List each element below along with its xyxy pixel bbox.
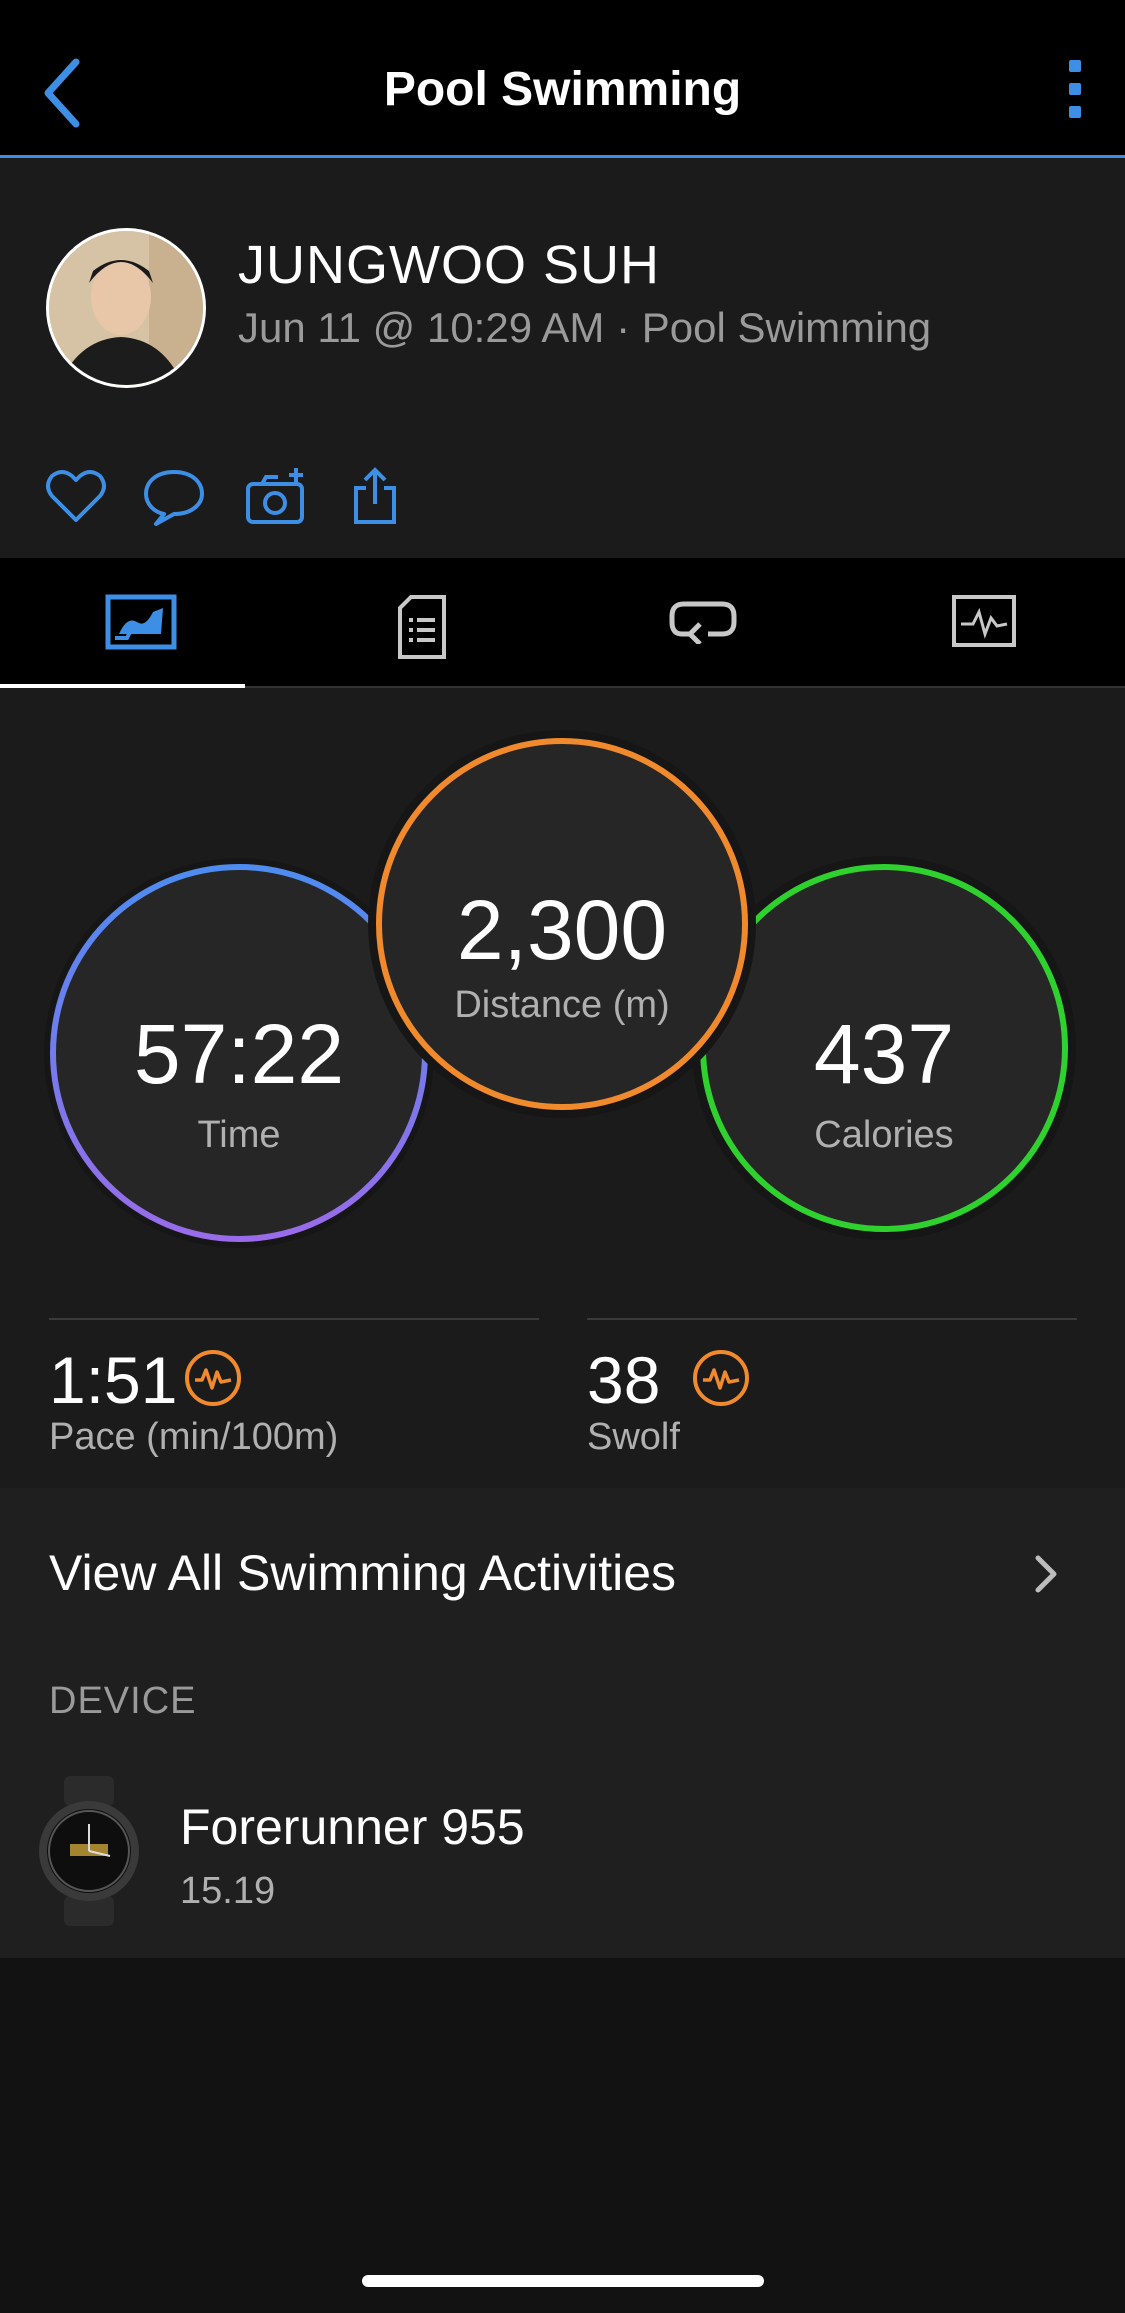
- view-all-label: View All Swimming Activities: [49, 1545, 677, 1601]
- tab-details[interactable]: [281, 558, 562, 686]
- chevron-right-icon: [1033, 1554, 1059, 1594]
- details-tab-icon: [397, 595, 446, 659]
- stats-summary: 57:22 Time 437 Calories 2,300 Distance (…: [0, 688, 1125, 1488]
- top-bar: Pool Swimming: [0, 0, 1125, 158]
- time-stat: 57:22 Time: [50, 864, 428, 1242]
- swolf-value: 38: [587, 1343, 661, 1417]
- home-indicator[interactable]: [362, 2275, 764, 2287]
- tab-charts[interactable]: [843, 558, 1124, 686]
- device-section-label: DEVICE: [49, 1680, 197, 1722]
- distance-value: 2,300: [456, 883, 668, 977]
- view-all-swimming-activities[interactable]: View All Swimming Activities: [0, 1488, 1125, 1656]
- device-section: DEVICE Forerunner 955 15.19: [0, 1656, 1125, 1958]
- pace-metric: 1:51 Pace (min/100m): [49, 1318, 539, 1458]
- activity-meta: Jun 11 @ 10:29 AM · Pool Swimming: [238, 304, 932, 351]
- calories-value: 437: [813, 1007, 955, 1101]
- share-icon[interactable]: [344, 466, 408, 526]
- pace-value: 1:51: [49, 1343, 178, 1417]
- user-name[interactable]: JUNGWOO SUH: [238, 234, 660, 296]
- calories-stat: 437 Calories: [700, 864, 1068, 1232]
- avatar[interactable]: [46, 228, 206, 388]
- page-title: Pool Swimming: [383, 63, 742, 116]
- distance-label: Distance (m): [454, 984, 670, 1026]
- add-photo-icon[interactable]: [244, 466, 308, 526]
- overview-tab-icon: [105, 594, 176, 650]
- pace-label: Pace (min/100m): [49, 1416, 339, 1458]
- time-value: 57:22: [133, 1007, 345, 1101]
- heart-icon[interactable]: [44, 466, 108, 526]
- tab-laps[interactable]: [562, 558, 843, 686]
- tab-overview[interactable]: [0, 558, 281, 688]
- device-version: 15.19: [180, 1870, 276, 1912]
- activity-header: JUNGWOO SUH Jun 11 @ 10:29 AM · Pool Swi…: [0, 158, 1125, 438]
- performance-icon: [693, 1350, 749, 1406]
- device-name[interactable]: Forerunner 955: [180, 1798, 525, 1856]
- performance-icon: [185, 1350, 241, 1406]
- watch-icon: [34, 1776, 144, 1926]
- time-label: Time: [197, 1114, 281, 1156]
- tab-bar: [0, 558, 1125, 688]
- calories-label: Calories: [814, 1114, 954, 1156]
- distance-stat: 2,300 Distance (m): [376, 738, 748, 1110]
- swolf-metric: 38 Swolf: [587, 1318, 1077, 1458]
- comment-icon[interactable]: [142, 466, 206, 526]
- swolf-label: Swolf: [587, 1416, 680, 1458]
- action-bar: [0, 436, 1125, 560]
- more-vertical-icon[interactable]: [1065, 60, 1085, 126]
- laps-tab-icon: [669, 601, 736, 644]
- charts-tab-icon: [951, 595, 1016, 647]
